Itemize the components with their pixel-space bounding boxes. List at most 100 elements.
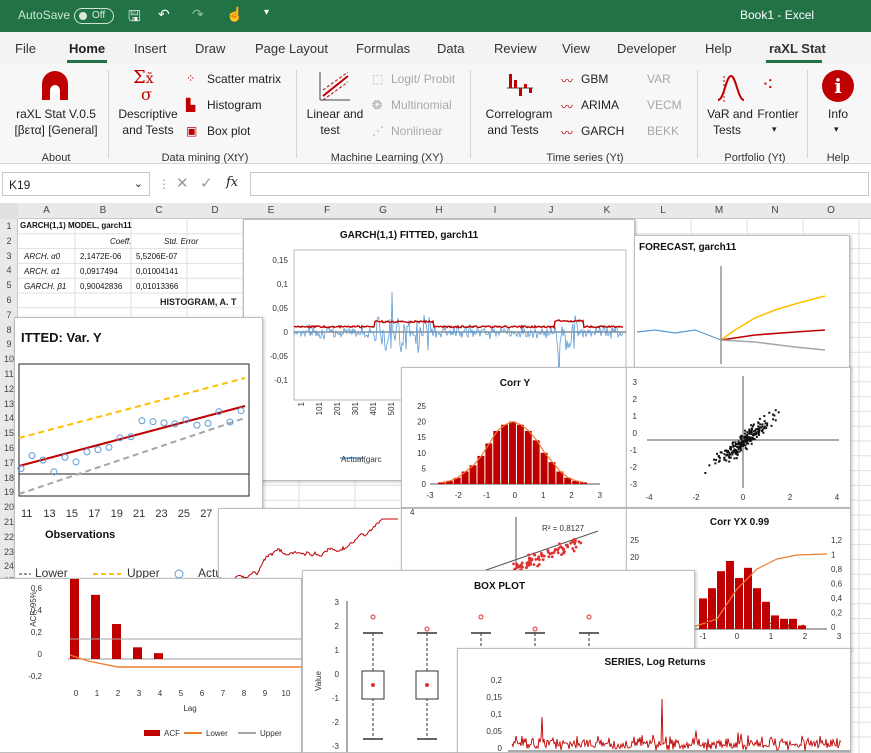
- x-axis-label: Lag: [183, 704, 196, 713]
- tab-review[interactable]: Review: [494, 41, 537, 56]
- var-tests-icon[interactable]: [716, 72, 746, 104]
- correlogram-button-label2[interactable]: and Tests: [483, 122, 543, 138]
- x-tick-label: 11: [21, 508, 33, 520]
- var-button[interactable]: VAR: [647, 72, 671, 86]
- scatter-chart[interactable]: 3 2 1 0 -1 -2 -3 -4 -2 0 2 4: [626, 367, 851, 508]
- garch-button[interactable]: GARCH: [581, 124, 624, 138]
- linear-button-label1[interactable]: Linear and: [302, 106, 368, 122]
- var-tests-label1[interactable]: VaR and: [702, 106, 758, 122]
- cancel-icon[interactable]: ✕: [176, 174, 189, 192]
- insert-function-icon[interactable]: fx: [226, 175, 238, 190]
- tab-help[interactable]: Help: [705, 41, 732, 56]
- scatter-point: [562, 547, 565, 551]
- gbm-button[interactable]: GBM: [581, 72, 608, 86]
- vecm-button[interactable]: VECM: [647, 98, 682, 112]
- column-header-h[interactable]: H: [411, 205, 467, 216]
- scatter-matrix-button[interactable]: Scatter matrix: [207, 72, 281, 86]
- touch-mode-icon[interactable]: ☝: [226, 6, 243, 23]
- scatter-point: [715, 458, 718, 461]
- column-header-m[interactable]: M: [691, 205, 747, 216]
- garch-icon[interactable]: 〰: [561, 124, 573, 141]
- redo-icon[interactable]: ↷: [192, 6, 204, 23]
- row-header[interactable]: 1: [0, 221, 18, 231]
- correlogram-icon[interactable]: [505, 72, 535, 104]
- raxl-logo-icon[interactable]: [38, 70, 72, 104]
- var-tests-label2[interactable]: Tests: [702, 122, 752, 138]
- tab-file[interactable]: File: [15, 41, 36, 56]
- tab-home[interactable]: Home: [66, 41, 108, 63]
- column-header-a[interactable]: A: [18, 205, 75, 216]
- x-tick-label: 0: [513, 491, 518, 500]
- correlogram-button-label1[interactable]: Correlogram: [483, 106, 555, 122]
- column-header-i[interactable]: I: [467, 205, 523, 216]
- gbm-icon[interactable]: 〰: [561, 72, 573, 89]
- scatter-matrix-icon[interactable]: ⁘: [186, 72, 195, 85]
- nonlinear-button[interactable]: Nonlinear: [391, 124, 442, 138]
- customize-toolbar-icon[interactable]: ▾: [264, 7, 269, 18]
- column-header-d[interactable]: D: [187, 205, 243, 216]
- frontier-dropdown-icon[interactable]: ▾: [772, 124, 777, 135]
- row-header[interactable]: 5: [0, 280, 18, 290]
- select-all-button[interactable]: [0, 203, 18, 219]
- arima-button[interactable]: ARIMA: [581, 98, 619, 112]
- column-header-n[interactable]: N: [747, 205, 803, 216]
- linear-test-icon[interactable]: [318, 70, 352, 102]
- boxplot-button[interactable]: Box plot: [207, 124, 250, 138]
- window-title: Book1 - Excel: [740, 8, 815, 22]
- tab-view[interactable]: View: [562, 41, 590, 56]
- column-header-e[interactable]: E: [243, 205, 299, 216]
- save-icon[interactable]: 🖫: [128, 6, 141, 31]
- x-tick-label: 501: [387, 401, 396, 415]
- column-header-b[interactable]: B: [75, 205, 131, 216]
- forecast-chart[interactable]: FORECAST, garch11: [634, 235, 850, 370]
- row-header[interactable]: 3: [0, 251, 18, 261]
- column-header-k[interactable]: K: [579, 205, 635, 216]
- corr-y-histogram[interactable]: Corr Y 25 20 15 10 5 0 -3 -2 -1 0 1 2 3: [401, 367, 627, 508]
- tab-raxl-stat[interactable]: raXL Stat: [769, 41, 826, 56]
- acf-chart[interactable]: 0,6 0,4 0,2 0 -0,2 ACF, 95% 0 1 2 3 4 5 6 7 8 9 10 Lag ACF…: [0, 578, 302, 753]
- scatter-point: [718, 460, 721, 463]
- row-header[interactable]: 6: [0, 295, 18, 305]
- column-header-g[interactable]: G: [355, 205, 411, 216]
- tab-page-layout[interactable]: Page Layout: [255, 41, 328, 56]
- name-box[interactable]: K19 ⌄: [2, 172, 150, 196]
- arima-icon[interactable]: 〰: [561, 98, 573, 115]
- undo-icon[interactable]: ↶: [158, 6, 170, 23]
- frontier-button[interactable]: Frontier: [752, 106, 804, 122]
- info-dropdown-icon[interactable]: ▾: [834, 124, 839, 135]
- formula-input[interactable]: [250, 172, 869, 196]
- tab-draw[interactable]: Draw: [195, 41, 225, 56]
- boxplot-icon[interactable]: ▣: [186, 124, 197, 138]
- chevron-down-icon[interactable]: ⌄: [134, 177, 143, 190]
- info-icon[interactable]: i: [822, 70, 854, 102]
- tab-insert[interactable]: Insert: [134, 41, 167, 56]
- tab-data[interactable]: Data: [437, 41, 464, 56]
- outlier-point: [586, 614, 592, 620]
- row-header[interactable]: 2: [0, 236, 18, 246]
- enter-icon[interactable]: ✓: [200, 174, 213, 192]
- info-button[interactable]: Info: [818, 106, 858, 122]
- multinomial-button[interactable]: Multinomial: [391, 98, 452, 112]
- column-header-f[interactable]: F: [299, 205, 355, 216]
- autosave-toggle[interactable]: Off: [74, 8, 114, 24]
- descriptive-button-label1[interactable]: Descriptive: [116, 106, 180, 122]
- histogram-icon[interactable]: ▙: [186, 98, 195, 112]
- column-header-l[interactable]: L: [635, 205, 691, 216]
- row-header[interactable]: 4: [0, 265, 18, 275]
- linear-button-label2[interactable]: test: [302, 122, 358, 138]
- descriptive-icon[interactable]: Σx̄ σ: [133, 69, 163, 104]
- histogram-button[interactable]: Histogram: [207, 98, 262, 112]
- logit-button[interactable]: Logit/ Probit: [391, 72, 455, 86]
- column-header-o[interactable]: O: [803, 205, 859, 216]
- series-log-returns-chart[interactable]: SERIES, Log Returns 0,2 0,15 0,1 0,05 0: [457, 648, 851, 753]
- bekk-button[interactable]: BEKK: [647, 124, 679, 138]
- scatter-point: [526, 562, 530, 565]
- tab-developer[interactable]: Developer: [617, 41, 676, 56]
- column-header-c[interactable]: C: [131, 205, 187, 216]
- tab-formulas[interactable]: Formulas: [356, 41, 410, 56]
- regression-chart[interactable]: 4 R² = 0,8127: [401, 508, 627, 574]
- descriptive-button-label2[interactable]: and Tests: [116, 122, 180, 138]
- table-cell-name: ARCH. α0: [24, 252, 61, 261]
- column-header-j[interactable]: J: [523, 205, 579, 216]
- frontier-icon[interactable]: ⁖: [762, 72, 792, 104]
